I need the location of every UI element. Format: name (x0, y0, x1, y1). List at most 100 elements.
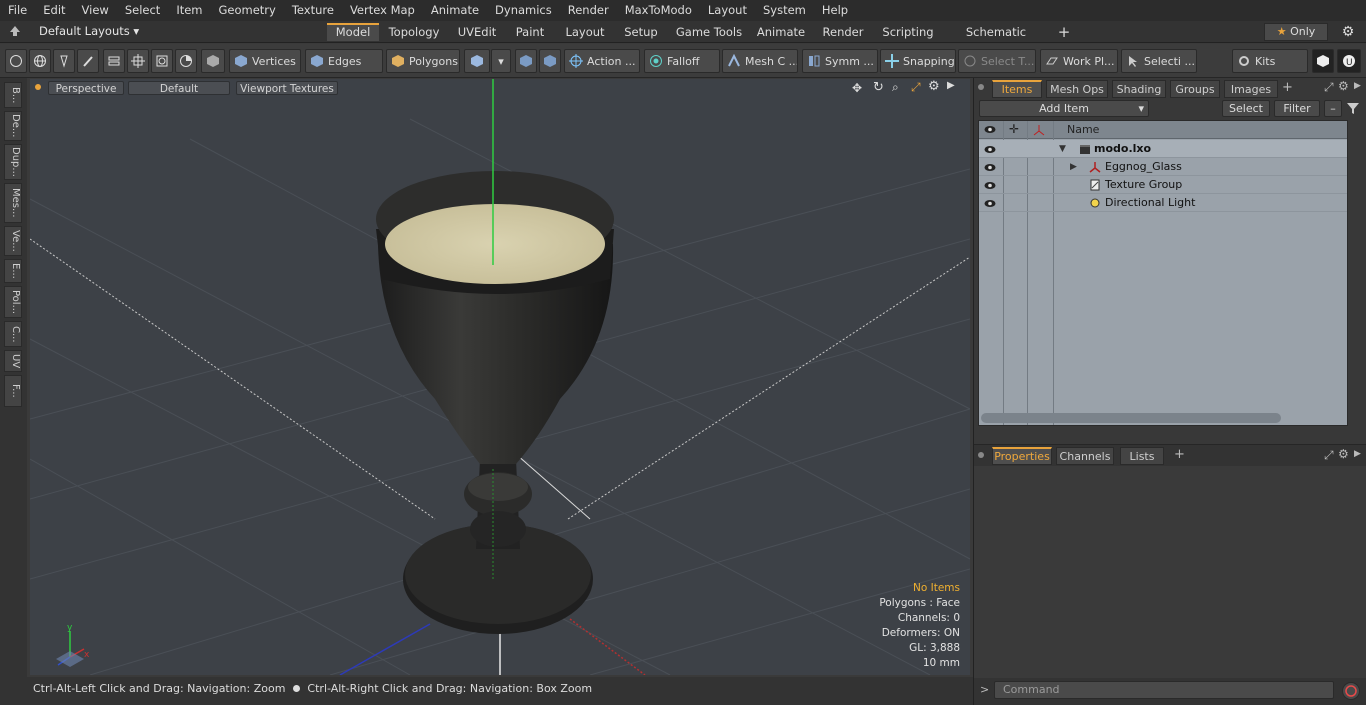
material-button[interactable] (464, 49, 490, 73)
select-button[interactable]: Select (1222, 100, 1270, 117)
mesh-constraints-button[interactable]: Mesh C ... (722, 49, 798, 73)
tab-topology[interactable]: Topology (383, 23, 445, 41)
menu-render[interactable]: Render (560, 0, 617, 21)
fit-icon[interactable]: ⤢ (911, 80, 921, 95)
items-panel-dot-icon[interactable] (978, 84, 984, 90)
select-circle-button[interactable] (5, 49, 27, 73)
properties-expand-icon[interactable]: ⤢ (1324, 448, 1334, 463)
menu-vertex-map[interactable]: Vertex Map (342, 0, 423, 21)
tab-items[interactable]: Items (992, 80, 1042, 98)
filter-button[interactable]: Filter (1274, 100, 1320, 117)
snapping-button[interactable]: Snapping (880, 49, 956, 73)
tab-scripting[interactable]: Scripting (879, 23, 937, 41)
properties-menu-arrow-icon[interactable]: ▶ (1354, 449, 1361, 459)
panel-expand-icon[interactable]: ⤢ (1324, 80, 1334, 95)
visibility-eye-icon[interactable] (984, 179, 996, 190)
kits-button[interactable]: Kits (1232, 49, 1308, 73)
collapse-button[interactable]: – (1324, 100, 1342, 117)
visibility-eye-icon[interactable] (984, 161, 996, 172)
selection-sets-button[interactable]: Selecti ... (1121, 49, 1197, 73)
panel-gear-icon[interactable]: ⚙ (1338, 79, 1349, 93)
default-layouts-dropdown[interactable]: Default Layouts ▾ (39, 24, 139, 38)
settings-gear-icon[interactable]: ⚙ (1340, 24, 1356, 40)
viewport-menu-arrow-icon[interactable]: ▶ (947, 80, 955, 91)
viewport-gear-icon[interactable]: ⚙ (928, 79, 940, 94)
properties-gear-icon[interactable]: ⚙ (1338, 447, 1349, 461)
item-mode-button[interactable] (201, 49, 225, 73)
brush-button[interactable] (77, 49, 99, 73)
add-tab-button[interactable]: + (1054, 23, 1074, 41)
visibility-eye-icon[interactable] (984, 143, 996, 154)
tab-channels[interactable]: Channels (1056, 447, 1114, 465)
layout-arrow-icon[interactable] (8, 24, 22, 38)
viewport-textures-button[interactable]: Viewport Textures (236, 81, 338, 95)
left-tab-curve[interactable]: C... (4, 321, 22, 347)
command-input[interactable]: Command (994, 681, 1334, 699)
tab-render[interactable]: Render (816, 23, 870, 41)
tab-groups[interactable]: Groups (1170, 80, 1220, 98)
visibility-eye-icon[interactable] (984, 197, 996, 208)
tab-model[interactable]: Model (327, 23, 379, 41)
menu-system[interactable]: System (755, 0, 814, 21)
menu-view[interactable]: View (74, 0, 117, 21)
funnel-icon[interactable] (1346, 101, 1362, 117)
menu-select[interactable]: Select (117, 0, 168, 21)
menu-help[interactable]: Help (814, 0, 856, 21)
globe-button[interactable] (29, 49, 51, 73)
panel-menu-arrow-icon[interactable]: ▶ (1354, 81, 1361, 91)
tab-properties[interactable]: Properties (992, 447, 1052, 465)
polygons-button[interactable]: Polygons (386, 49, 460, 73)
tree-row-modo-lxo[interactable]: ▼ modo.lxo (979, 140, 1347, 158)
3d-viewport[interactable]: y x Perspective Default Viewport Texture… (30, 79, 970, 675)
shading-style-button[interactable]: Default (128, 81, 230, 95)
tab-uvedit[interactable]: UVEdit (451, 23, 503, 41)
menu-item[interactable]: Item (168, 0, 210, 21)
falloff-button[interactable]: Falloff (644, 49, 720, 73)
action-center-button[interactable]: Action ... (564, 49, 640, 73)
items-horizontal-scrollbar[interactable] (981, 413, 1281, 423)
menu-geometry[interactable]: Geometry (211, 0, 284, 21)
tree-row-eggnog-glass[interactable]: ▶ Eggnog_Glass (979, 158, 1347, 176)
left-tab-deform[interactable]: De... (4, 111, 22, 141)
left-tab-duplicate[interactable]: Dup... (4, 144, 22, 180)
symmetry-y-button[interactable] (539, 49, 561, 73)
tab-schematic-fusion[interactable]: Schematic Fusion (946, 23, 1046, 57)
rotate-icon[interactable]: ↻ (873, 80, 884, 95)
viewport-dot-icon[interactable] (35, 84, 41, 90)
frame-button[interactable] (151, 49, 173, 73)
left-tab-uv[interactable]: UV (4, 350, 22, 372)
tab-setup[interactable]: Setup (619, 23, 663, 41)
menu-layout[interactable]: Layout (700, 0, 755, 21)
pan-icon[interactable]: ✥ (852, 81, 862, 95)
align-button[interactable] (103, 49, 125, 73)
unreal-button[interactable]: U (1337, 49, 1361, 73)
menu-animate[interactable]: Animate (423, 0, 487, 21)
symmetry-x-button[interactable] (515, 49, 537, 73)
left-tab-edge[interactable]: E... (4, 259, 22, 283)
pen-button[interactable] (53, 49, 75, 73)
unity-button[interactable] (1312, 49, 1334, 73)
vertices-button[interactable]: Vertices (229, 49, 301, 73)
menu-texture[interactable]: Texture (284, 0, 342, 21)
edges-button[interactable]: Edges (305, 49, 383, 73)
tab-shading[interactable]: Shading (1112, 80, 1166, 98)
menu-edit[interactable]: Edit (35, 0, 73, 21)
tab-mesh-ops[interactable]: Mesh Ops (1046, 80, 1108, 98)
left-tab-mesh-edit[interactable]: Mes... (4, 183, 22, 223)
tab-layout[interactable]: Layout (558, 23, 612, 41)
expand-arrow-icon[interactable]: ▶ (1070, 158, 1077, 176)
work-plane-button[interactable]: Work Pl... (1040, 49, 1118, 73)
record-button[interactable] (1342, 682, 1360, 700)
left-tab-polygon[interactable]: Pol... (4, 286, 22, 318)
expand-arrow-icon[interactable]: ▼ (1059, 140, 1066, 158)
pie-button[interactable] (175, 49, 197, 73)
tree-row-texture-group[interactable]: Texture Group (979, 176, 1347, 194)
menu-file[interactable]: File (0, 0, 35, 21)
left-tab-vertex[interactable]: Ve... (4, 226, 22, 256)
only-toggle[interactable]: ★ Only (1264, 23, 1328, 41)
material-dropdown[interactable]: ▾ (491, 49, 511, 73)
view-type-button[interactable]: Perspective (48, 81, 124, 95)
add-item-dropdown[interactable]: Add Item ▾ (979, 100, 1149, 117)
left-tab-fusion[interactable]: F... (4, 375, 22, 407)
left-tab-basic[interactable]: B... (4, 82, 22, 108)
